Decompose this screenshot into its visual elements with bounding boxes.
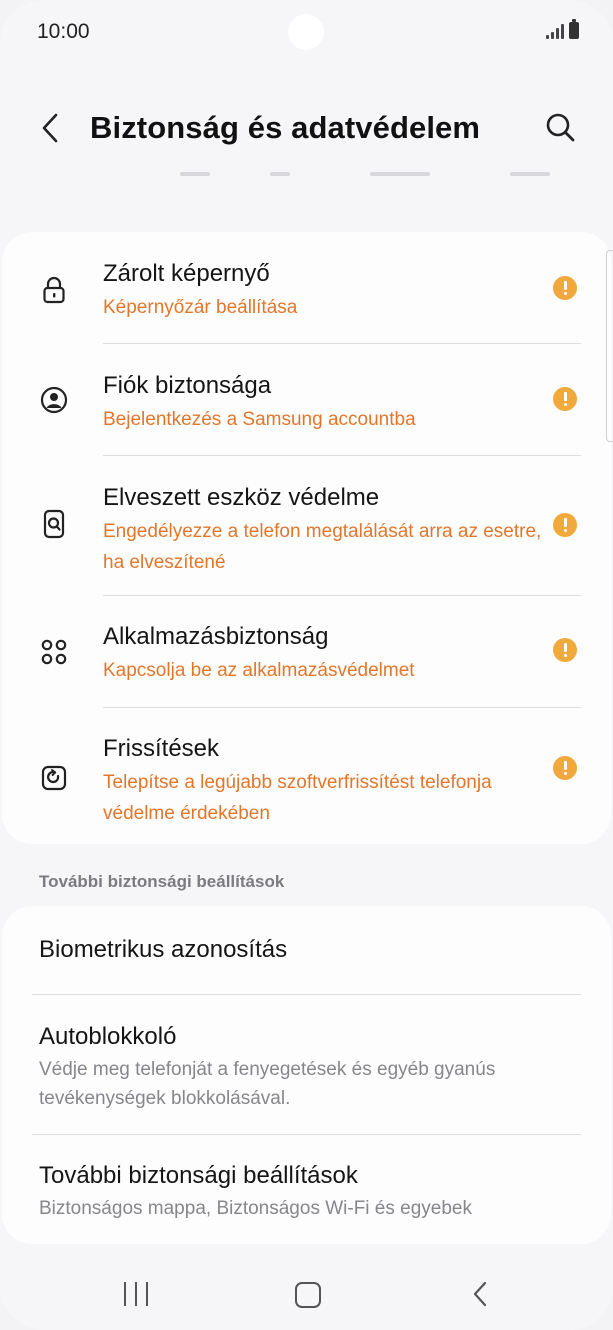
list-item-lost-device[interactable]: Elveszett eszköz védelme Engedélyezze a …: [2, 456, 611, 596]
item-title: Biometrikus azonosítás: [39, 936, 288, 963]
app-header: Biztonság és adatvédelem: [0, 90, 613, 170]
list-item-biometrics[interactable]: Biometrikus azonosítás: [2, 906, 611, 995]
screen: 10:00 Biztonság és adatvédelem Zárolt ké…: [0, 0, 613, 1330]
item-title: Autoblokkoló: [39, 1023, 177, 1050]
recent-apps-button[interactable]: [124, 1282, 150, 1306]
list-item-account-security[interactable]: Fiók biztonsága Bejelentkezés a Samsung …: [2, 344, 611, 456]
scrollbar[interactable]: [606, 250, 613, 442]
lock-icon: [43, 276, 65, 304]
security-status-card: Zárolt képernyő Képernyőzár beállítása F…: [2, 232, 611, 844]
item-title: Frissítések: [103, 735, 220, 762]
section-header: További biztonsági beállítások: [39, 872, 285, 891]
warning-icon: [553, 638, 577, 662]
apps-icon: [41, 639, 67, 665]
account-icon: [40, 386, 68, 414]
list-item-lock-screen[interactable]: Zárolt képernyő Képernyőzár beállítása: [2, 232, 611, 344]
item-subtitle: Védje meg telefonját a fenyegetések és e…: [39, 1059, 496, 1109]
warning-icon: [553, 513, 577, 537]
home-button[interactable]: [295, 1282, 321, 1308]
back-button[interactable]: [34, 108, 70, 148]
list-item-more-security[interactable]: További biztonsági beállítások Biztonság…: [2, 1135, 611, 1244]
status-icons: [546, 19, 579, 39]
list-item-app-security[interactable]: Alkalmazásbiztonság Kapcsolja be az alka…: [2, 596, 611, 708]
item-subtitle: Biztonságos mappa, Biztonságos Wi-Fi és …: [39, 1198, 472, 1219]
battery-icon: [569, 19, 579, 39]
item-subtitle: Engedélyezze a telefon megtalálását arra…: [103, 521, 542, 573]
update-icon: [41, 765, 67, 791]
more-settings-card: Biometrikus azonosítás Autoblokkoló Védj…: [2, 906, 611, 1244]
item-title: Elveszett eszköz védelme: [103, 484, 380, 511]
find-device-icon: [43, 509, 65, 539]
list-item-auto-blocker[interactable]: Autoblokkoló Védje meg telefonját a feny…: [2, 995, 611, 1135]
navigation-bar: [0, 1262, 613, 1330]
warning-icon: [553, 756, 577, 780]
scrolled-content-fade: [40, 172, 580, 180]
item-subtitle: Kapcsolja be az alkalmazásvédelmet: [103, 660, 415, 681]
status-time: 10:00: [37, 20, 90, 43]
chevron-left-icon: [473, 1281, 487, 1307]
status-bar: 10:00: [0, 0, 613, 64]
back-arrow-icon: [42, 113, 58, 143]
warning-icon: [553, 387, 577, 411]
item-title: Fiók biztonsága: [103, 372, 272, 399]
signal-icon: [546, 23, 564, 39]
search-button[interactable]: [543, 110, 579, 146]
item-title: Zárolt képernyő: [103, 260, 270, 287]
item-subtitle: Képernyőzár beállítása: [103, 297, 298, 318]
list-item-updates[interactable]: Frissítések Telepítse a legújabb szoftve…: [2, 708, 611, 844]
item-title: További biztonsági beállítások: [39, 1162, 358, 1189]
item-subtitle: Telepítse a legújabb szoftverfrissítést …: [103, 772, 492, 824]
nav-back-button[interactable]: [470, 1280, 490, 1308]
camera-cutout: [288, 14, 324, 50]
search-icon: [546, 113, 575, 142]
page-title: Biztonság és adatvédelem: [90, 110, 481, 145]
item-subtitle: Bejelentkezés a Samsung accountba: [103, 409, 416, 430]
warning-icon: [553, 276, 577, 300]
item-title: Alkalmazásbiztonság: [103, 623, 329, 650]
